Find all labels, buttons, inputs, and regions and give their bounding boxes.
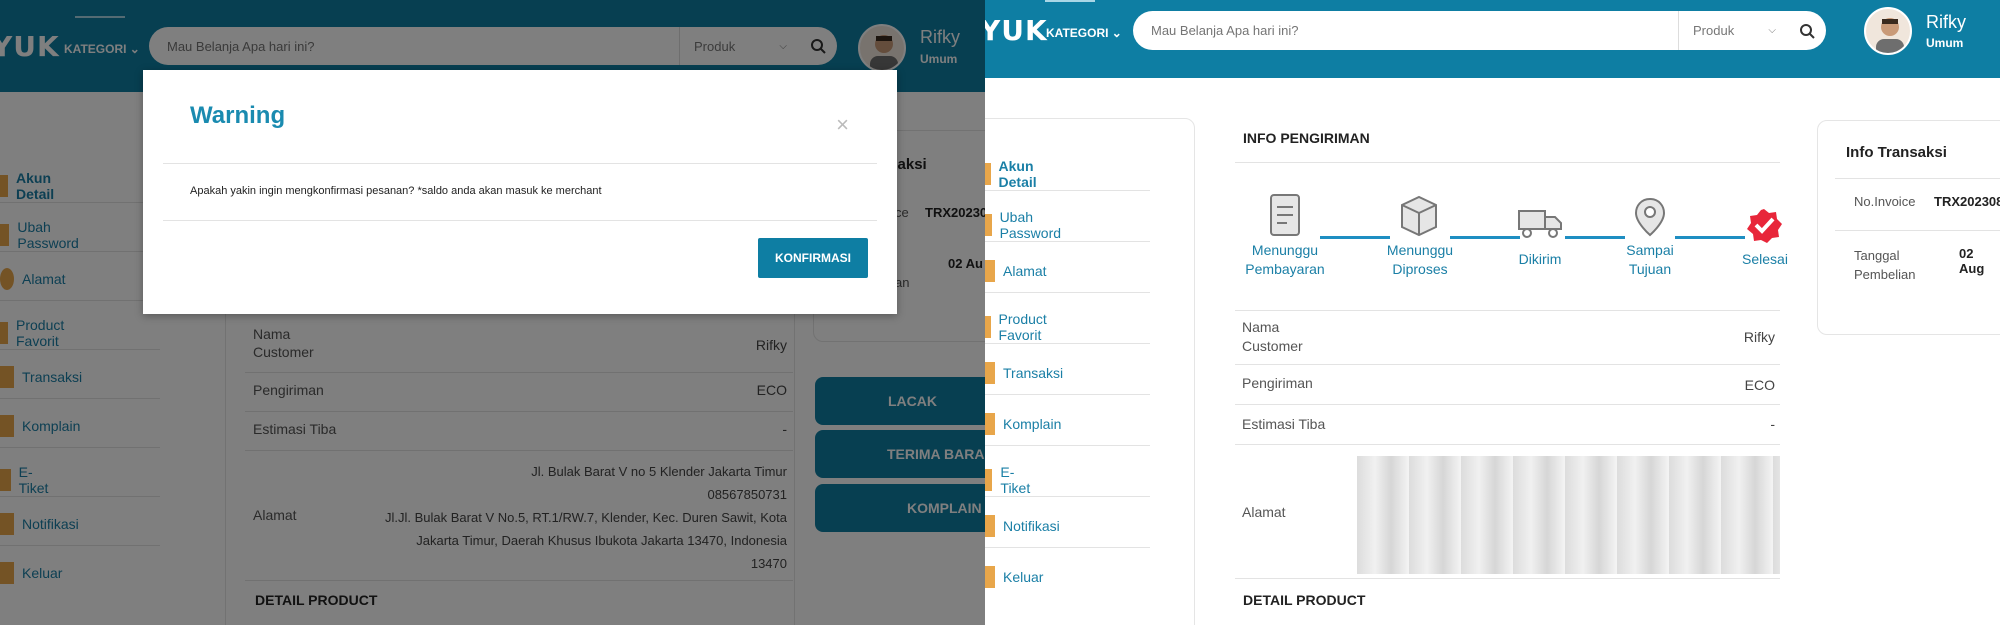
user-role: Umum [1926, 36, 1964, 50]
divider [163, 163, 877, 164]
address-label: Alamat [1242, 504, 1286, 520]
shipping-value: ECO [1744, 377, 1775, 393]
search-bar: Produk ⌵ [1133, 11, 1826, 50]
transaction-title: Info Transaksi [1846, 144, 1947, 161]
divider [985, 292, 1150, 293]
purchase-date-value: 02 Aug [1959, 246, 1985, 276]
step-sampai-tujuan: Sampai Tujuan [1626, 242, 1674, 277]
divider [985, 190, 1150, 191]
map-pin-icon [985, 260, 995, 282]
kategori-menu[interactable]: KATEGORI ⌄ [1046, 26, 1122, 40]
shipping-label: Pengiriman [1242, 375, 1313, 391]
sidebar-item-ubah-password[interactable]: Ubah Password [985, 209, 1064, 241]
warning-modal: Warning × Apakah yakin ingin mengkonfirm… [143, 70, 897, 314]
check-complete-icon [1747, 209, 1782, 243]
divider [163, 220, 877, 221]
konfirmasi-button[interactable]: KONFIRMASI [758, 238, 868, 278]
progress-line [1565, 236, 1625, 239]
location-pin-icon [1634, 197, 1666, 237]
kategori-label: KATEGORI [1046, 26, 1109, 40]
eta-label: Estimasi Tiba [1242, 416, 1326, 432]
customer-value: Rifky [1743, 329, 1775, 345]
eta-value: - [1770, 416, 1775, 432]
category-select[interactable]: Produk ⌵ [1678, 11, 1788, 50]
modal-title: Warning [190, 102, 286, 129]
bell-icon [985, 515, 995, 537]
divider [1235, 162, 1780, 163]
divider [985, 445, 1150, 446]
step-selesai: Selesai [1742, 251, 1788, 267]
invoice-document-icon [1270, 194, 1300, 236]
sidebar-item-label: Komplain [1003, 416, 1062, 432]
divider [1835, 230, 2000, 231]
lock-icon [985, 214, 992, 236]
address-value-blurred [1357, 456, 1780, 574]
modal-message: Apakah yakin ingin mengkonfirmasi pesana… [190, 185, 602, 197]
divider [985, 343, 1150, 344]
ticket-icon [985, 469, 993, 491]
close-icon[interactable]: × [836, 112, 849, 138]
info-pengiriman-title: INFO PENGIRIMAN [1243, 130, 1370, 146]
progress-line [1675, 236, 1745, 239]
avatar[interactable] [1864, 7, 1912, 55]
step-dikirim: Dikirim [1518, 251, 1562, 267]
site-logo[interactable]: YUK [985, 14, 1048, 47]
sidebar-item-product-favorit[interactable]: Product Favorit [985, 311, 1051, 343]
divider [985, 547, 1150, 548]
divider [1235, 404, 1780, 405]
complaint-icon [985, 413, 995, 435]
sidebar-item-akun-detail[interactable]: Akun Detail [985, 158, 1041, 190]
progress-line [1320, 236, 1390, 239]
sidebar-item-notifikasi[interactable]: Notifikasi [985, 515, 1060, 537]
detail-product-title: DETAIL PRODUCT [1243, 592, 1366, 608]
header-underline [1045, 0, 1095, 2]
user-name[interactable]: Rifky [1926, 12, 1966, 33]
sidebar-item-transaksi[interactable]: Transaksi [985, 362, 1063, 384]
divider [985, 496, 1150, 497]
delivery-truck-icon [1518, 210, 1562, 238]
sidebar-item-keluar[interactable]: Keluar [985, 566, 1043, 588]
divider [1235, 310, 1780, 311]
sidebar-item-komplain[interactable]: Komplain [985, 413, 1061, 435]
divider [985, 241, 1150, 242]
divider [985, 394, 1150, 395]
heart-icon [985, 316, 991, 338]
divider [1235, 444, 1780, 445]
invoice-value: TRX202308 [1934, 194, 2000, 209]
step-menunggu-pembayaran: Menunggu Pembayaran [1245, 242, 1325, 277]
sidebar-item-e-tiket[interactable]: E-Tiket [985, 464, 1033, 496]
progress-line [1450, 236, 1520, 239]
right-screen: YUK KATEGORI ⌄ Produk ⌵ Rifky Umum Akun … [985, 0, 2000, 625]
logout-icon [985, 566, 995, 588]
sidebar-item-label: E-Tiket [1000, 464, 1031, 496]
user-icon [985, 163, 991, 185]
sidebar-item-label: Notifikasi [1003, 518, 1060, 534]
search-input[interactable] [1151, 11, 1671, 50]
sidebar-item-label: Akun Detail [998, 158, 1037, 190]
search-button[interactable] [1788, 11, 1826, 50]
sidebar-item-label: Keluar [1003, 569, 1044, 585]
sidebar-item-alamat[interactable]: Alamat [985, 260, 1047, 282]
divider [1235, 578, 1780, 579]
customer-label: Nama Customer [1242, 319, 1303, 354]
purchase-date-label: Tanggal Pembelian [1854, 248, 1916, 282]
divider [1235, 364, 1780, 365]
invoice-label: No.Invoice [1854, 194, 1916, 209]
receipt-icon [985, 362, 995, 384]
chevron-down-icon: ⌵ [1768, 25, 1776, 36]
category-select-value: Produk [1693, 23, 1735, 38]
sidebar-item-label: Product Favorit [998, 311, 1047, 343]
package-box-icon [1401, 195, 1437, 237]
step-menunggu-diproses: Menunggu Diproses [1386, 242, 1454, 277]
left-screen: YUK KATEGORI ⌄ Produk ⌵ Rifky Umum Akun … [0, 0, 985, 625]
top-header: YUK KATEGORI ⌄ Produk ⌵ Rifky Umum [985, 0, 2000, 78]
sidebar-item-label: Transaksi [1003, 365, 1064, 381]
chevron-down-icon: ⌄ [1111, 26, 1122, 40]
sidebar-item-label: Alamat [1003, 263, 1047, 279]
divider [1835, 178, 2000, 179]
sidebar-item-label: Ubah Password [999, 209, 1062, 241]
search-icon [1800, 23, 1815, 39]
